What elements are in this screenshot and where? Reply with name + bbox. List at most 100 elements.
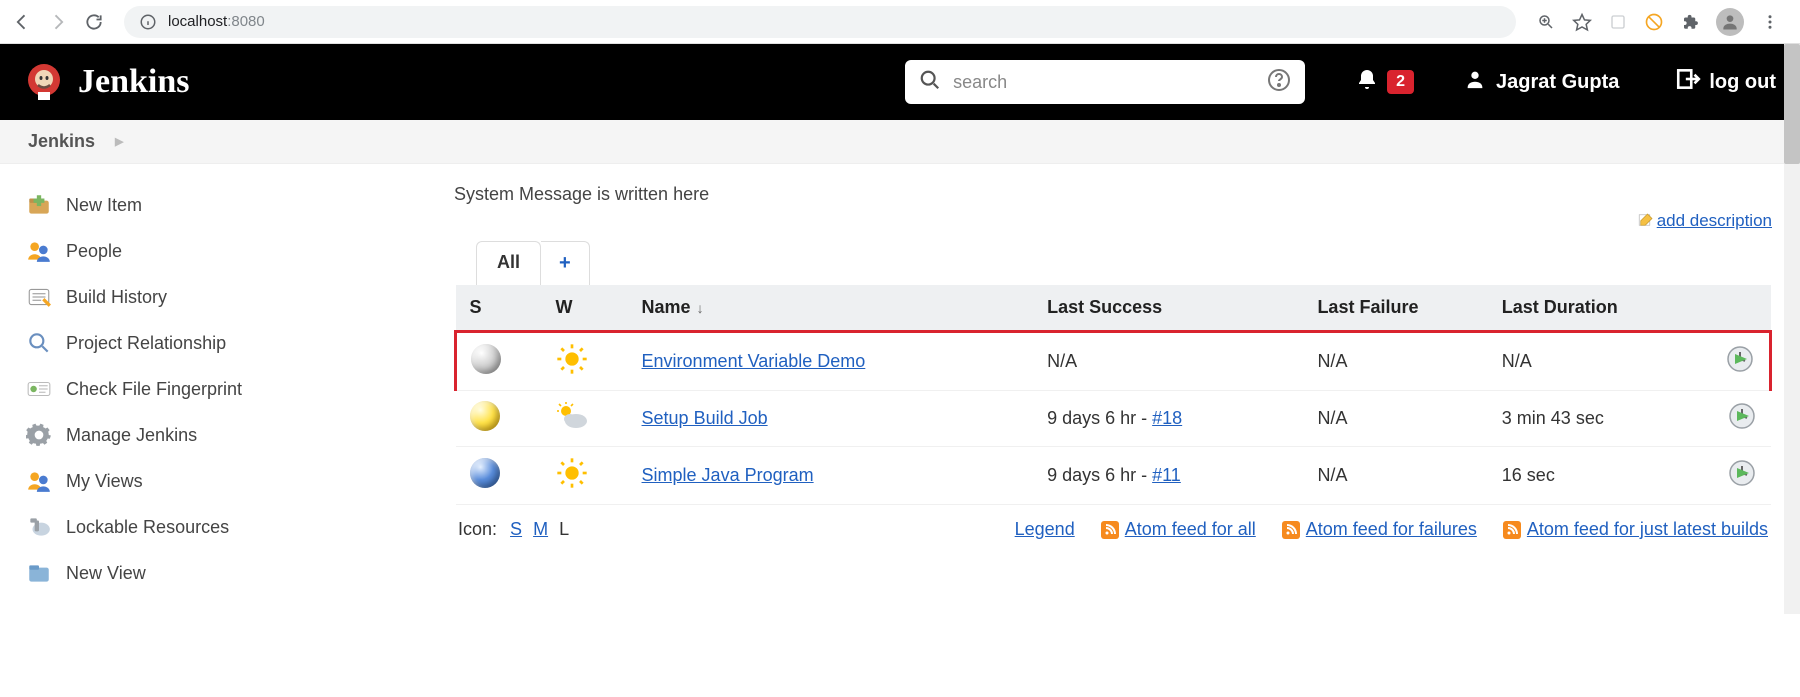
sidebar-item-new-view[interactable]: New View — [18, 550, 418, 596]
fingerprint-icon — [26, 376, 52, 402]
gear-icon — [26, 422, 52, 448]
user-icon — [1464, 68, 1486, 96]
people-icon — [26, 238, 52, 264]
reading-list-icon[interactable] — [1608, 12, 1628, 32]
last-success-cell: N/A — [1033, 332, 1303, 391]
system-message: System Message is written here — [454, 184, 1772, 205]
tab-add-view[interactable]: + — [541, 241, 590, 285]
legend-link[interactable]: Legend — [1015, 519, 1075, 540]
sort-down-icon: ↓ — [697, 300, 704, 316]
bookmark-star-icon[interactable] — [1572, 12, 1592, 32]
table-row: Simple Java Program 9 days 6 hr - #11N/A1… — [456, 447, 1771, 505]
icon-size-m[interactable]: M — [533, 519, 548, 539]
sidebar-item-manage-jenkins[interactable]: Manage Jenkins — [18, 412, 418, 458]
browser-toolbar: localhost:8080 — [0, 0, 1800, 44]
history-icon — [26, 284, 52, 310]
sidebar-item-people[interactable]: People — [18, 228, 418, 274]
address-bar[interactable]: localhost:8080 — [124, 6, 1516, 38]
col-name[interactable]: Name↓ — [628, 285, 1034, 332]
col-last-failure[interactable]: Last Failure — [1303, 285, 1487, 332]
jenkins-brand-text: Jenkins — [78, 63, 190, 101]
sidebar-item-my-views[interactable]: My Views — [18, 458, 418, 504]
sidebar-item-label: New View — [66, 563, 146, 584]
kebab-menu-icon[interactable] — [1760, 12, 1780, 32]
new-item-icon — [26, 192, 52, 218]
relationship-icon — [26, 330, 52, 356]
logout-label: log out — [1709, 71, 1776, 94]
sidebar-item-label: Check File Fingerprint — [66, 379, 242, 400]
back-arrow-icon[interactable] — [12, 12, 32, 32]
notif-count-badge: 2 — [1387, 70, 1414, 94]
jenkins-mascot-icon — [24, 62, 64, 102]
job-name-link[interactable]: Setup Build Job — [642, 408, 768, 428]
schedule-build-button[interactable] — [1727, 458, 1757, 488]
job-name-link[interactable]: Environment Variable Demo — [642, 351, 866, 371]
sidebar-item-project-relationship[interactable]: Project Relationship — [18, 320, 418, 366]
edit-pencil-icon — [1637, 211, 1655, 233]
status-ball-icon — [470, 401, 500, 431]
sidebar-item-label: New Item — [66, 195, 142, 216]
last-failure-cell: N/A — [1303, 447, 1487, 505]
schedule-build-button[interactable] — [1725, 344, 1755, 374]
build-number-link[interactable]: #11 — [1152, 465, 1181, 485]
sidebar-item-label: Lockable Resources — [66, 517, 229, 538]
feed-failures-link[interactable]: Atom feed for failures — [1282, 519, 1477, 540]
page-scrollbar-thumb[interactable] — [1784, 44, 1800, 164]
sidebar-item-label: My Views — [66, 471, 143, 492]
search-box[interactable] — [905, 60, 1305, 104]
site-info-icon[interactable] — [138, 12, 158, 32]
logout-link[interactable]: log out — [1675, 66, 1776, 98]
tab-all[interactable]: All — [476, 241, 541, 285]
reload-icon[interactable] — [84, 12, 104, 32]
rss-icon — [1101, 521, 1119, 539]
last-duration-cell: 3 min 43 sec — [1488, 391, 1697, 447]
col-last-success[interactable]: Last Success — [1033, 285, 1303, 332]
search-input[interactable] — [953, 72, 1255, 93]
sidebar-item-new-item[interactable]: New Item — [18, 182, 418, 228]
sidebar-item-label: Project Relationship — [66, 333, 226, 354]
sidebar-item-build-history[interactable]: Build History — [18, 274, 418, 320]
page-scrollbar[interactable] — [1784, 44, 1800, 614]
rss-icon — [1503, 521, 1521, 539]
sidebar-item-lockable-resources[interactable]: Lockable Resources — [18, 504, 418, 550]
url-port: :8080 — [227, 13, 265, 30]
icon-size-s[interactable]: S — [510, 519, 522, 539]
logout-icon — [1675, 66, 1701, 98]
new-view-icon — [26, 560, 52, 586]
cloud-sun-icon — [556, 415, 590, 435]
last-duration-cell: 16 sec — [1488, 447, 1697, 505]
forward-arrow-icon[interactable] — [48, 12, 68, 32]
last-failure-cell: N/A — [1303, 391, 1487, 447]
extensions-puzzle-icon[interactable] — [1680, 12, 1700, 32]
sun-icon — [556, 473, 588, 493]
extension-clock-icon[interactable] — [1644, 12, 1664, 32]
col-weather[interactable]: W — [542, 285, 628, 332]
col-last-duration[interactable]: Last Duration — [1488, 285, 1697, 332]
sun-icon — [556, 359, 588, 379]
zoom-icon[interactable] — [1536, 12, 1556, 32]
user-menu[interactable]: Jagrat Gupta — [1464, 68, 1619, 96]
add-description-link[interactable]: add description — [1657, 211, 1772, 230]
breadcrumb-root[interactable]: Jenkins — [28, 131, 95, 152]
jenkins-logo[interactable]: Jenkins — [24, 62, 190, 102]
sidebar-item-label: Manage Jenkins — [66, 425, 197, 446]
feed-all-link[interactable]: Atom feed for all — [1101, 519, 1256, 540]
build-number-link[interactable]: #18 — [1152, 408, 1182, 428]
feed-latest-link[interactable]: Atom feed for just latest builds — [1503, 519, 1768, 540]
schedule-build-button[interactable] — [1727, 401, 1757, 431]
last-success-cell: 9 days 6 hr - #18 — [1033, 391, 1303, 447]
last-success-cell: 9 days 6 hr - #11 — [1033, 447, 1303, 505]
username-label: Jagrat Gupta — [1496, 71, 1619, 94]
jenkins-header: Jenkins 2 Jagrat Gupta log out — [0, 44, 1800, 120]
notifications[interactable]: 2 — [1355, 68, 1414, 96]
profile-avatar-icon[interactable] — [1716, 8, 1744, 36]
col-status[interactable]: S — [456, 285, 542, 332]
status-ball-icon — [470, 458, 500, 488]
icon-size-l: L — [559, 519, 569, 539]
help-icon[interactable] — [1267, 68, 1291, 96]
sidebar-item-fingerprint[interactable]: Check File Fingerprint — [18, 366, 418, 412]
my-views-icon — [26, 468, 52, 494]
icon-size-selector: Icon: S M L — [458, 519, 572, 540]
job-name-link[interactable]: Simple Java Program — [642, 465, 814, 485]
sidebar: New Item People Build History Project Re… — [0, 164, 430, 614]
